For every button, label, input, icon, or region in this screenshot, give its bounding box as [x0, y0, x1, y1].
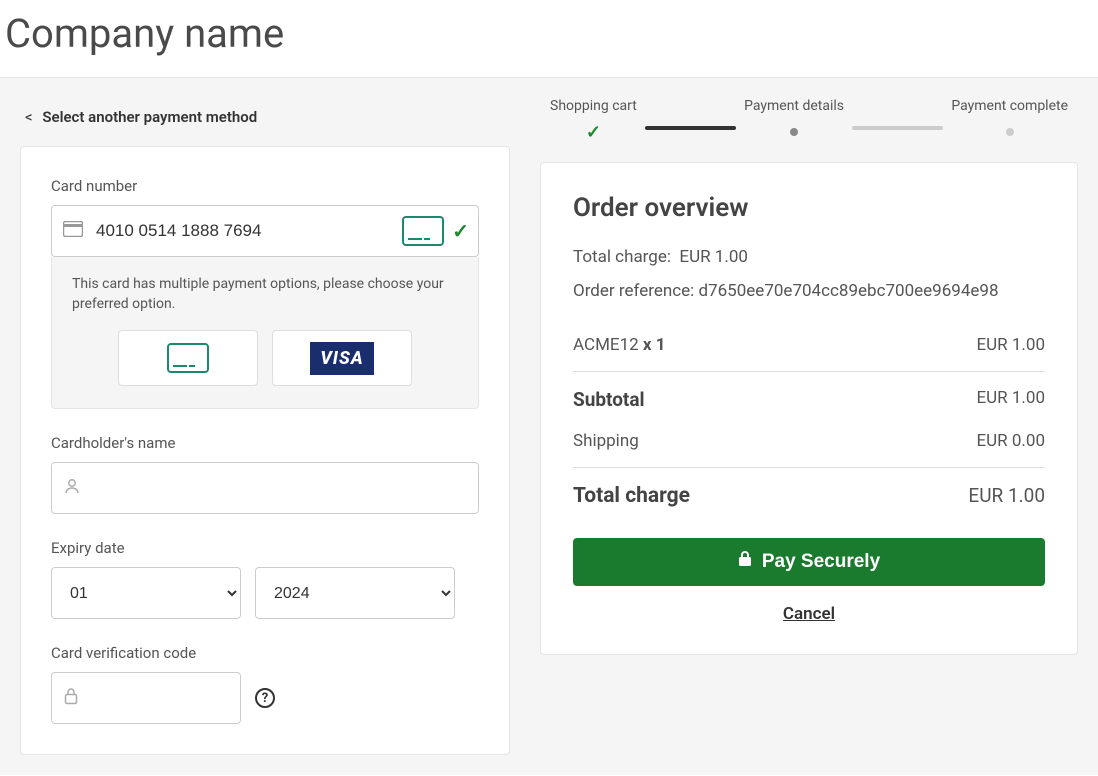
- cvv-help-icon[interactable]: ?: [255, 688, 275, 708]
- card-number-label: Card number: [51, 177, 479, 195]
- shipping-row: Shipping EUR 0.00: [573, 421, 1045, 461]
- progress-step-complete: Payment complete: [951, 98, 1068, 142]
- overview-orderref-value: d7650ee70e704cc89ebc700ee9694e98: [698, 281, 998, 301]
- payment-form-card: Card number ✓ This card has multiple p: [20, 146, 510, 755]
- total-label: Total charge: [573, 484, 690, 508]
- progress-line: [852, 126, 943, 130]
- progress-step-payment: Payment details: [744, 98, 844, 142]
- overview-orderref-label: Order reference:: [573, 281, 694, 301]
- subtotal-label: Subtotal: [573, 388, 645, 411]
- pay-button-label: Pay Securely: [762, 551, 880, 573]
- chevron-left-icon: <: [25, 108, 33, 126]
- credit-card-icon: [63, 221, 83, 241]
- payment-options-message: This card has multiple payment options, …: [72, 275, 458, 314]
- card-number-input-wrap: ✓: [51, 205, 479, 257]
- total-row: Total charge EUR 1.00: [573, 474, 1045, 518]
- person-icon: [63, 477, 81, 499]
- overview-total-label: Total charge:: [573, 247, 671, 267]
- total-value: EUR 1.00: [968, 484, 1045, 508]
- cancel-link[interactable]: Cancel: [573, 604, 1045, 624]
- shipping-value: EUR 0.00: [976, 431, 1045, 451]
- progress-step-label: Shopping cart: [550, 98, 637, 114]
- cardholder-label: Cardholder's name: [51, 434, 479, 452]
- cvv-input[interactable]: [51, 672, 241, 724]
- divider: [573, 371, 1045, 372]
- page-body: < Select another payment method Card num…: [0, 78, 1098, 775]
- overview-total-line: Total charge: EUR 1.00: [573, 247, 1045, 267]
- dot-icon: [1006, 128, 1014, 136]
- option-generic-card[interactable]: [118, 330, 258, 386]
- progress-step-cart: Shopping cart ✓: [550, 98, 637, 142]
- payment-options-box: This card has multiple payment options, …: [51, 257, 479, 409]
- back-link-label: Select another payment method: [42, 108, 257, 126]
- cardholder-input[interactable]: [51, 462, 479, 514]
- divider: [573, 467, 1045, 468]
- visa-icon: VISA: [310, 342, 373, 375]
- overview-orderref-line: Order reference: d7650ee70e704cc89ebc700…: [573, 281, 1045, 301]
- order-item-price: EUR 1.00: [976, 335, 1045, 355]
- expiry-label: Expiry date: [51, 539, 479, 557]
- dot-icon: [790, 128, 798, 136]
- cvv-label: Card verification code: [51, 644, 479, 662]
- option-visa[interactable]: VISA: [272, 330, 412, 386]
- order-item-name: ACME12: [573, 335, 639, 355]
- subtotal-row: Subtotal EUR 1.00: [573, 378, 1045, 421]
- pay-securely-button[interactable]: Pay Securely: [573, 538, 1045, 586]
- progress-step-label: Payment details: [744, 98, 844, 114]
- left-column: < Select another payment method Card num…: [20, 98, 510, 755]
- order-item-qty: x 1: [643, 335, 666, 355]
- right-column: Shopping cart ✓ Payment details Payment …: [540, 98, 1078, 755]
- check-icon: ✓: [452, 219, 469, 243]
- overview-title: Order overview: [573, 193, 1045, 223]
- shipping-label: Shipping: [573, 431, 639, 451]
- expiry-month-select[interactable]: 01: [51, 567, 241, 619]
- expiry-year-select[interactable]: 2024: [255, 567, 455, 619]
- check-icon: ✓: [586, 122, 601, 143]
- company-title: Company name: [5, 10, 1078, 57]
- overview-total-value: EUR 1.00: [679, 247, 748, 267]
- lock-icon: [738, 551, 752, 573]
- back-link[interactable]: < Select another payment method: [20, 98, 510, 146]
- order-item-row: ACME12 x 1 EUR 1.00: [573, 325, 1045, 365]
- progress-step-label: Payment complete: [951, 98, 1068, 114]
- page-header: Company name: [0, 0, 1098, 78]
- card-outline-icon: [167, 343, 209, 373]
- lock-icon: [63, 687, 79, 709]
- progress-steps: Shopping cart ✓ Payment details Payment …: [540, 98, 1078, 162]
- progress-line: [645, 126, 736, 130]
- card-valid-indicator: ✓: [402, 216, 469, 246]
- order-overview-card: Order overview Total charge: EUR 1.00 Or…: [540, 162, 1078, 655]
- card-outline-icon: [402, 216, 444, 246]
- subtotal-value: EUR 1.00: [976, 388, 1045, 411]
